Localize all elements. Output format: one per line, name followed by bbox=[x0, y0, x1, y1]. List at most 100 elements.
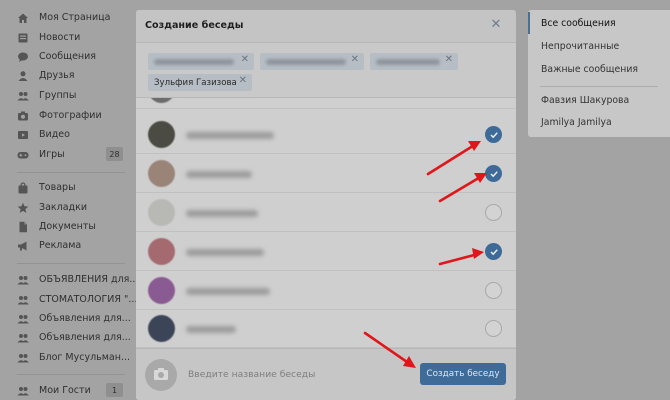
friend-name bbox=[186, 171, 252, 178]
sidebar-item-label: Документы bbox=[39, 221, 96, 232]
sidebar-item-group-2[interactable]: СТОМАТОЛОГИЯ "... bbox=[0, 290, 137, 309]
sidebar-item-label: Реклама bbox=[39, 240, 82, 251]
friend-name bbox=[186, 132, 274, 139]
remove-chip-icon[interactable]: ✕ bbox=[239, 75, 247, 86]
friend-row[interactable] bbox=[136, 155, 516, 193]
remove-chip-icon[interactable]: ✕ bbox=[241, 54, 249, 65]
sidebar-item-label: Объявления для... bbox=[39, 313, 131, 324]
create-chat-dialog: Создание беседы ✕ ✕ ✕ ✕ Зульфия Газизова… bbox=[136, 10, 516, 400]
news-icon bbox=[17, 32, 29, 44]
sidebar-item-ads[interactable]: Реклама bbox=[0, 236, 130, 255]
checkbox-checked[interactable] bbox=[485, 126, 502, 143]
friend-name bbox=[186, 210, 258, 217]
sidebar-item-photos[interactable]: Фотографии bbox=[0, 106, 130, 125]
checkbox-unchecked[interactable] bbox=[485, 282, 502, 299]
sidebar-item-group-4[interactable]: Объявления для... bbox=[0, 328, 131, 347]
friend-row[interactable] bbox=[136, 116, 516, 154]
sidebar-item-goods[interactable]: Товары bbox=[0, 178, 130, 197]
close-icon[interactable]: ✕ bbox=[489, 18, 503, 32]
avatar bbox=[148, 121, 175, 148]
friend-row[interactable] bbox=[136, 194, 516, 232]
sidebar-item-friends[interactable]: Друзья bbox=[0, 66, 130, 85]
sidebar-item-label: Группы bbox=[39, 90, 77, 101]
sidebar-item-documents[interactable]: Документы bbox=[0, 217, 130, 236]
member-chip[interactable]: ✕ bbox=[148, 53, 254, 70]
recent-chat-item[interactable]: Фавзия Шакурова bbox=[528, 89, 670, 111]
group-icon bbox=[17, 274, 29, 286]
remove-chip-icon[interactable]: ✕ bbox=[445, 54, 453, 65]
friend-name bbox=[186, 288, 270, 295]
sidebar-item-groups[interactable]: Группы bbox=[0, 86, 130, 105]
filter-important[interactable]: Важные сообщения bbox=[528, 58, 670, 80]
dialog-header: Создание беседы ✕ bbox=[136, 10, 516, 43]
filter-unread[interactable]: Непрочитанные bbox=[528, 35, 670, 57]
sidebar-divider bbox=[17, 374, 125, 375]
sidebar-item-group-1[interactable]: ОБЪЯВЛЕНИЯ для... bbox=[0, 270, 138, 289]
friends-list bbox=[136, 98, 516, 348]
friend-row[interactable] bbox=[136, 233, 516, 271]
group-icon bbox=[17, 313, 29, 325]
sidebar-item-video[interactable]: Видео bbox=[0, 125, 130, 144]
create-chat-button[interactable]: Создать беседу bbox=[420, 363, 506, 385]
sidebar-item-label: Моя Страница bbox=[39, 12, 111, 23]
chat-name-input[interactable] bbox=[188, 362, 388, 386]
avatar bbox=[148, 199, 175, 226]
friend-row[interactable] bbox=[136, 272, 516, 310]
group-icon bbox=[17, 385, 29, 397]
sidebar-item-guests[interactable]: Мои Гости 1 bbox=[0, 381, 130, 400]
filter-all-messages[interactable]: Все сообщения bbox=[528, 12, 670, 34]
games-count-badge: 28 bbox=[106, 147, 123, 161]
sidebar-item-label: Блог Мусульман... bbox=[39, 352, 131, 363]
megaphone-icon bbox=[17, 240, 29, 252]
avatar bbox=[148, 277, 175, 304]
member-chip[interactable]: ✕ bbox=[260, 53, 364, 70]
sidebar-item-label: Товары bbox=[39, 182, 76, 193]
friend-row[interactable] bbox=[136, 310, 516, 348]
sidebar-item-label: Фотографии bbox=[39, 110, 102, 121]
sidebar-item-games[interactable]: Игры 28 bbox=[0, 145, 130, 164]
friend-name bbox=[186, 326, 236, 333]
recent-chat-item[interactable]: Jamilya Jamilya bbox=[528, 111, 670, 133]
sidebar-item-bookmarks[interactable]: Закладки bbox=[0, 198, 130, 217]
avatar bbox=[148, 160, 175, 187]
sidebar-item-label: Видео bbox=[39, 129, 70, 140]
sidebar-item-label: Сообщения bbox=[39, 51, 97, 62]
friend-row[interactable] bbox=[136, 98, 516, 109]
chat-photo-button[interactable] bbox=[145, 359, 177, 391]
selected-members: ✕ ✕ ✕ Зульфия Газизова ✕ bbox=[136, 43, 516, 98]
dialog-footer: Создать беседу bbox=[136, 348, 516, 400]
message-filters-panel: Все сообщения Непрочитанные Важные сообщ… bbox=[528, 10, 670, 137]
sidebar-item-label: ОБЪЯВЛЕНИЯ для... bbox=[39, 274, 139, 285]
friend-name bbox=[186, 249, 264, 256]
sidebar-item-label: СТОМАТОЛОГИЯ "... bbox=[39, 294, 138, 305]
messages-icon bbox=[17, 51, 29, 63]
member-chip-label: Зульфия Газизова bbox=[154, 77, 237, 88]
sidebar-divider bbox=[17, 172, 125, 173]
checkbox-unchecked[interactable] bbox=[485, 204, 502, 221]
panel-divider bbox=[540, 86, 658, 87]
sidebar-divider bbox=[17, 263, 125, 264]
sidebar-item-messages[interactable]: Сообщения bbox=[0, 47, 130, 66]
remove-chip-icon[interactable]: ✕ bbox=[351, 54, 359, 65]
checkbox-unchecked[interactable] bbox=[485, 320, 502, 337]
member-chip[interactable]: ✕ bbox=[370, 53, 458, 70]
bag-icon bbox=[17, 182, 29, 194]
sidebar-item-my-page[interactable]: Моя Страница bbox=[0, 8, 130, 27]
group-icon bbox=[17, 352, 29, 364]
sidebar-item-group-3[interactable]: Объявления для... bbox=[0, 309, 131, 328]
sidebar-item-label: Игры bbox=[39, 149, 65, 160]
sidebar-item-label: Новости bbox=[39, 32, 81, 43]
friends-icon bbox=[17, 70, 29, 82]
left-sidebar: Моя Страница Новости Сообщения Друзья Гр… bbox=[0, 0, 138, 400]
group-icon bbox=[17, 332, 29, 344]
member-chip[interactable]: Зульфия Газизова ✕ bbox=[148, 74, 252, 91]
dialog-title: Создание беседы bbox=[145, 20, 244, 31]
sidebar-item-label: Мои Гости bbox=[39, 385, 91, 396]
sidebar-item-news[interactable]: Новости bbox=[0, 28, 130, 47]
checkbox-checked[interactable] bbox=[485, 243, 502, 260]
checkbox-checked[interactable] bbox=[485, 165, 502, 182]
sidebar-item-group-5[interactable]: Блог Мусульман... bbox=[0, 348, 130, 367]
avatar bbox=[148, 315, 175, 342]
gamepad-icon bbox=[17, 149, 29, 161]
camera-icon bbox=[153, 367, 169, 384]
